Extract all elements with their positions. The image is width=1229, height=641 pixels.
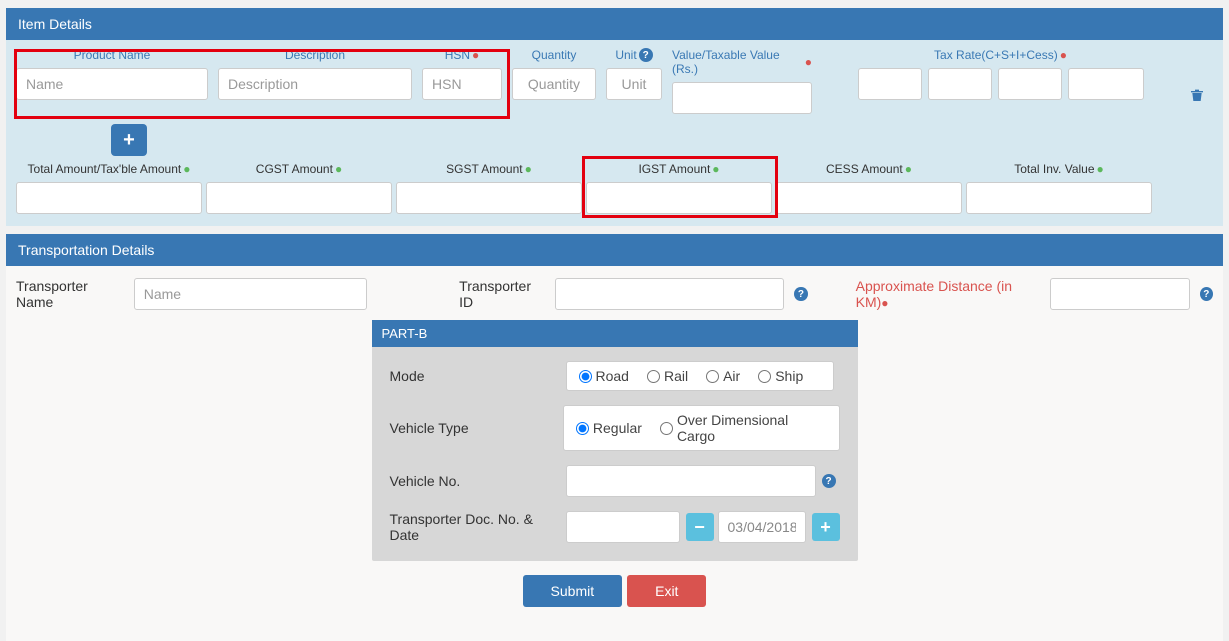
vehicle-regular-radio[interactable]: Regular	[576, 420, 642, 436]
cgst-label: CGST Amount	[256, 162, 333, 176]
help-icon[interactable]: ?	[639, 48, 653, 62]
transporter-id-input[interactable]	[555, 278, 785, 310]
required-indicator: ●	[1060, 48, 1067, 62]
help-icon[interactable]: ?	[822, 474, 836, 488]
plus-button[interactable]: +	[812, 513, 840, 541]
required-indicator: ●	[805, 55, 812, 69]
quantity-input[interactable]	[512, 68, 596, 100]
vehicle-no-input[interactable]	[566, 465, 816, 497]
exit-button[interactable]: Exit	[627, 575, 706, 607]
vehicle-type-label: Vehicle Type	[390, 420, 563, 436]
transporter-id-label: Transporter ID	[459, 278, 545, 310]
total-inv-input[interactable]	[966, 182, 1152, 214]
quantity-label: Quantity	[532, 48, 577, 62]
distance-label: Approximate Distance (in KM)●	[856, 278, 1040, 310]
mode-label: Mode	[390, 368, 566, 384]
mode-ship-radio[interactable]: Ship	[758, 368, 803, 384]
unit-label: Unit	[615, 48, 636, 62]
cess-input[interactable]	[776, 182, 962, 214]
highlight-annotation	[582, 156, 778, 218]
total-inv-label: Total Inv. Value	[1014, 162, 1094, 176]
value-label: Value/Taxable Value (Rs.)	[672, 48, 803, 76]
indicator: ●	[905, 162, 912, 176]
cess-label: CESS Amount	[826, 162, 903, 176]
indicator: ●	[525, 162, 532, 176]
mode-rail-radio[interactable]: Rail	[647, 368, 688, 384]
highlight-annotation	[14, 49, 510, 119]
taxrate-c-input[interactable]	[858, 68, 922, 100]
add-row-button[interactable]: +	[111, 124, 147, 156]
help-icon[interactable]: ?	[1200, 287, 1213, 301]
transporter-name-label: Transporter Name	[16, 278, 124, 310]
help-icon[interactable]: ?	[794, 287, 807, 301]
doc-no-input[interactable]	[566, 511, 680, 543]
indicator: ●	[335, 162, 342, 176]
transporter-name-input[interactable]	[134, 278, 367, 310]
partb-header: PART-B	[372, 320, 858, 347]
submit-button[interactable]: Submit	[523, 575, 623, 607]
cgst-input[interactable]	[206, 182, 392, 214]
delete-row-icon[interactable]	[1189, 87, 1213, 114]
item-details-header: Item Details	[6, 8, 1223, 40]
transportation-details-header: Transportation Details	[6, 234, 1223, 266]
taxrate-i-input[interactable]	[998, 68, 1062, 100]
indicator: ●	[1097, 162, 1104, 176]
taxrate-cess-input[interactable]	[1068, 68, 1144, 100]
total-amount-input[interactable]	[16, 182, 202, 214]
vehicle-odc-radio[interactable]: Over Dimensional Cargo	[660, 412, 827, 444]
sgst-label: SGST Amount	[446, 162, 522, 176]
mode-road-radio[interactable]: Road	[579, 368, 629, 384]
distance-input[interactable]	[1050, 278, 1190, 310]
total-amount-label: Total Amount/Tax'ble Amount	[28, 162, 182, 176]
doc-label: Transporter Doc. No. & Date	[390, 511, 566, 543]
mode-air-radio[interactable]: Air	[706, 368, 740, 384]
doc-date-input[interactable]	[718, 511, 806, 543]
value-input[interactable]	[672, 82, 812, 114]
minus-button[interactable]: −	[686, 513, 714, 541]
indicator: ●	[183, 162, 190, 176]
sgst-input[interactable]	[396, 182, 582, 214]
taxrate-label: Tax Rate(C+S+I+Cess)	[934, 48, 1058, 62]
taxrate-s-input[interactable]	[928, 68, 992, 100]
unit-input[interactable]	[606, 68, 662, 100]
vehicle-no-label: Vehicle No.	[390, 473, 566, 489]
